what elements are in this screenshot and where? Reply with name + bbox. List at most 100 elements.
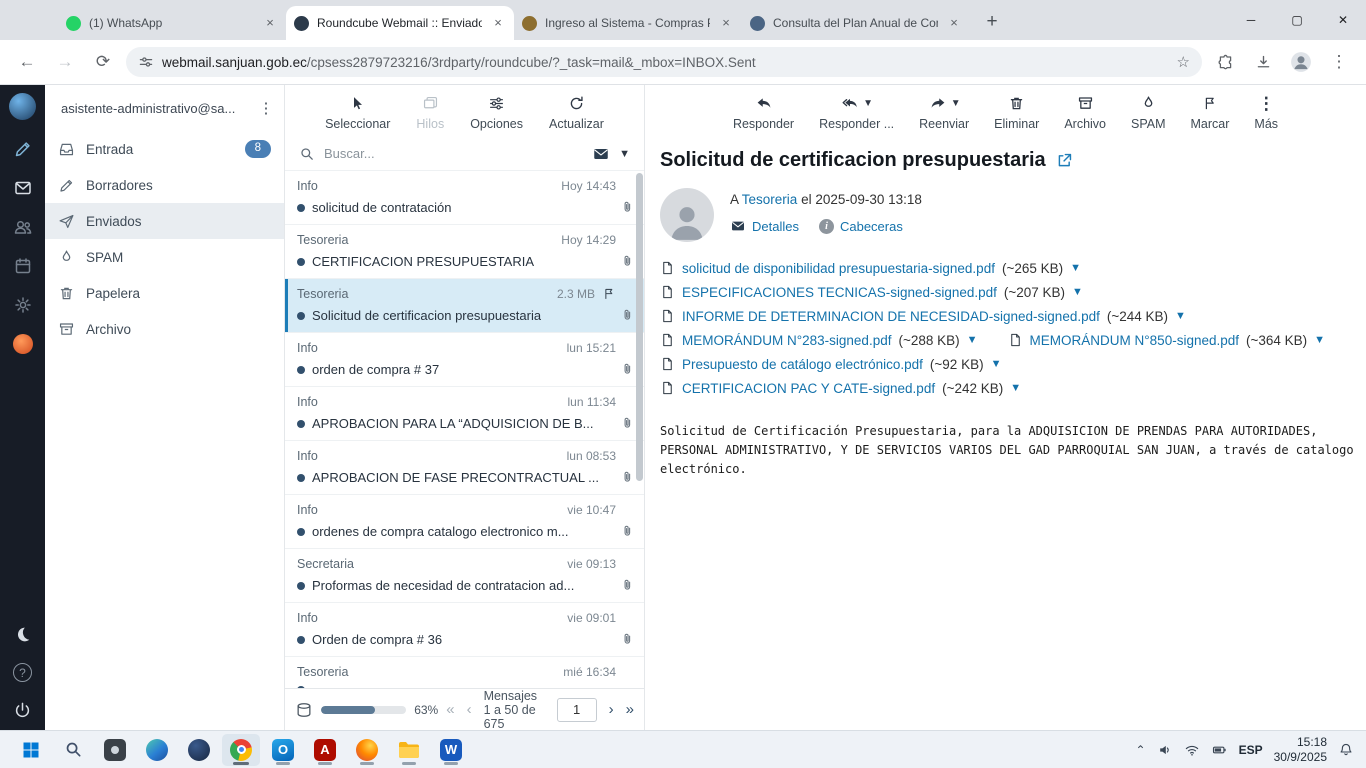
spam-button[interactable]: SPAM [1125,92,1172,137]
start-button[interactable] [12,734,50,766]
next-page-button[interactable]: › [609,701,614,718]
browser-menu-icon[interactable]: ⋮ [1324,47,1354,77]
attachment-name-link[interactable]: MEMORÁNDUM N°850-signed.pdf [1030,333,1239,348]
select-button[interactable]: Seleccionar [319,92,396,137]
message-list-item-selected[interactable]: Tesoreria 2.3 MB Solicitud de certificaci… [285,279,644,333]
extensions-icon[interactable] [1210,47,1240,77]
settings-gear-icon[interactable] [13,295,33,315]
recipient-link[interactable]: Tesoreria [742,192,798,207]
message-list-item[interactable]: Info vie 09:01 Orden de compra # 36 [285,603,644,657]
attachment-menu-caret-icon[interactable]: ▼ [1314,334,1325,346]
dropdown-caret-icon[interactable]: ▼ [863,98,873,109]
previous-page-button[interactable]: ‹ [467,701,472,718]
threads-button[interactable]: Hilos [410,92,450,137]
list-scrollbar-thumb[interactable] [636,173,643,481]
message-list-item[interactable]: Info lun 08:53 APROBACION DE FASE PRECONT… [285,441,644,495]
tab-compras[interactable]: Ingreso al Sistema - Compras P × [514,6,742,40]
folder-papelera[interactable]: Papelera [45,275,284,311]
details-link[interactable]: Detalles [730,218,799,234]
tab-close-icon[interactable]: × [490,15,506,31]
attachment[interactable]: CERTIFICACION PAC Y CATE-signed.pdf (~24… [660,380,1021,396]
search-scope-envelope-icon[interactable] [592,145,610,163]
taskbar-clock[interactable]: 15:18 30/9/2025 [1274,735,1327,764]
calendar-icon[interactable] [13,256,33,276]
reply-all-button[interactable]: ▼ Responder ... [813,92,900,137]
folder-borradores[interactable]: Borradores [45,167,284,203]
refresh-button[interactable]: Actualizar [543,92,610,137]
attachment-menu-caret-icon[interactable]: ▼ [1175,310,1186,322]
attachment-menu-caret-icon[interactable]: ▼ [1072,286,1083,298]
bookmark-star-icon[interactable]: ☆ [1177,53,1190,71]
forward-button[interactable]: ▼ Reenviar [913,92,975,137]
message-list-item[interactable]: Info lun 11:34 APROBACION PARA LA “ADQUIS… [285,387,644,441]
dropdown-caret-icon[interactable]: ▼ [951,98,961,109]
last-page-button[interactable]: » [626,701,634,718]
taskbar-camera-app-icon[interactable] [96,734,134,766]
logout-power-icon[interactable] [13,701,32,720]
tab-close-icon[interactable]: × [718,15,734,31]
attachment[interactable]: MEMORÁNDUM N°283-signed.pdf (~288 KB) ▼ [660,332,978,348]
forward-button[interactable]: → [50,47,80,77]
first-page-button[interactable]: « [446,701,454,718]
open-in-new-window-icon[interactable] [1056,152,1073,169]
attachment[interactable]: INFORME DE DETERMINACION DE NECESIDAD-si… [660,308,1186,324]
reply-button[interactable]: Responder [727,92,800,137]
attachment-menu-caret-icon[interactable]: ▼ [1070,262,1081,274]
taskbar-acrobat-icon[interactable]: A [306,734,344,766]
mark-button[interactable]: Marcar [1185,92,1236,137]
taskbar-firefox-icon[interactable] [348,734,386,766]
profile-avatar[interactable] [1286,47,1316,77]
taskbar-word-icon[interactable]: W [432,734,470,766]
back-button[interactable]: ← [12,47,42,77]
taskbar-search-button[interactable] [54,734,92,766]
attachment-menu-caret-icon[interactable]: ▼ [991,358,1002,370]
minimize-button[interactable]: ─ [1228,0,1274,40]
taskbar-edge-icon[interactable] [138,734,176,766]
hidden-icons-chevron[interactable]: ⌃ [1136,743,1146,757]
compose-icon[interactable] [13,139,33,159]
new-tab-button[interactable]: + [978,8,1006,36]
maximize-button[interactable]: ▢ [1274,0,1320,40]
language-indicator[interactable]: ESP [1239,743,1263,757]
message-list-item[interactable]: Tesoreria mié 16:34 [285,657,644,688]
tray-battery-icon[interactable] [1211,742,1228,758]
attachment-name-link[interactable]: solicitud de disponibilidad presupuestar… [682,261,995,276]
tab-roundcube[interactable]: Roundcube Webmail :: Enviado × [286,6,514,40]
delete-button[interactable]: Eliminar [988,92,1045,137]
folder-archivo[interactable]: Archivo [45,311,284,347]
taskbar-chrome-icon[interactable] [222,733,260,766]
message-list-item[interactable]: Info lun 15:21 orden de compra # 37 [285,333,644,387]
tab-close-icon[interactable]: × [946,15,962,31]
message-list-item[interactable]: Info vie 10:47 ordenes de compra catalogo… [285,495,644,549]
attachment-name-link[interactable]: INFORME DE DETERMINACION DE NECESIDAD-si… [682,309,1100,324]
downloads-icon[interactable] [1248,47,1278,77]
notification-bell-icon[interactable] [1338,742,1354,758]
message-list-item[interactable]: Tesoreria Hoy 14:29 CERTIFICACION PRESUPU… [285,225,644,279]
dark-mode-moon-icon[interactable] [13,625,32,644]
attachment-menu-caret-icon[interactable]: ▼ [967,334,978,346]
attachment-name-link[interactable]: CERTIFICACION PAC Y CATE-signed.pdf [682,381,935,396]
folder-entrada[interactable]: Entrada 8 [45,131,284,167]
account-menu-icon[interactable]: ⋮ [256,99,276,117]
attachment-name-link[interactable]: Presupuesto de catálogo electrónico.pdf [682,357,923,372]
taskbar-outlook-icon[interactable]: O [264,734,302,766]
taskbar-sphere-app-icon[interactable] [180,734,218,766]
attachment[interactable]: MEMORÁNDUM N°850-signed.pdf (~364 KB) ▼ [1008,332,1325,348]
more-button[interactable]: ⋮ Más [1248,92,1284,137]
attachment[interactable]: solicitud de disponibilidad presupuestar… [660,260,1081,276]
tab-plan-anual[interactable]: Consulta del Plan Anual de Con × [742,6,970,40]
search-input[interactable] [324,146,584,161]
attachment-menu-caret-icon[interactable]: ▼ [1010,382,1021,394]
archive-button[interactable]: Archivo [1058,92,1112,137]
attachment-name-link[interactable]: ESPECIFICACIONES TECNICAS-signed-signed.… [682,285,997,300]
taskbar-file-explorer-icon[interactable] [390,734,428,766]
tab-close-icon[interactable]: × [262,15,278,31]
address-bar[interactable]: webmail.sanjuan.gob.ec/cpsess2879723216/… [126,47,1202,77]
close-button[interactable]: ✕ [1320,0,1366,40]
attachment-name-link[interactable]: MEMORÁNDUM N°283-signed.pdf [682,333,891,348]
attachment[interactable]: ESPECIFICACIONES TECNICAS-signed-signed.… [660,284,1083,300]
options-button[interactable]: Opciones [464,92,529,137]
search-scope-caret-icon[interactable]: ▼ [619,148,630,160]
page-input[interactable] [556,697,597,722]
attachment[interactable]: Presupuesto de catálogo electrónico.pdf … [660,356,1001,372]
